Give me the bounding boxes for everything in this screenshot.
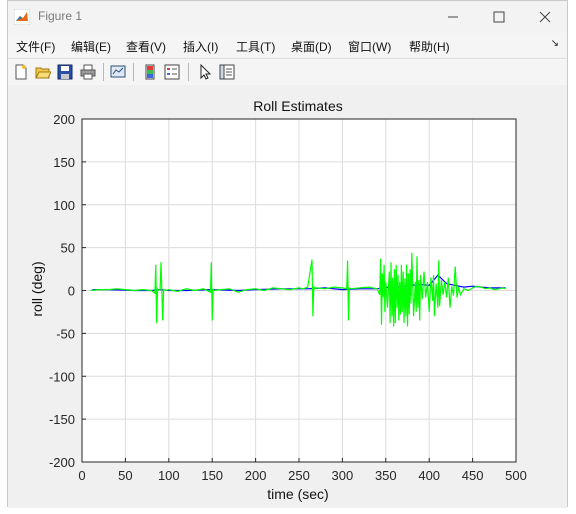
link-plot-icon <box>110 65 126 78</box>
insert-colorbar-icon <box>145 64 155 80</box>
x-axis-label: time (sec) <box>267 486 328 502</box>
chart-title: Roll Estimates <box>253 98 342 114</box>
x-tick-label: 200 <box>245 468 267 483</box>
new-figure-icon <box>15 64 27 80</box>
menu-desktop[interactable]: 桌面(D) <box>291 38 332 55</box>
y-tick-label: -50 <box>56 326 75 341</box>
menu-bar: 文件(F) 编辑(E) 查看(V) 插入(I) 工具(T) 桌面(D) 窗口(W… <box>8 33 567 57</box>
minimize-button[interactable] <box>430 1 476 33</box>
property-inspector-icon <box>219 64 235 80</box>
select-arrow-icon <box>200 64 212 80</box>
insert-colorbar-button[interactable] <box>141 63 159 81</box>
property-inspector-button[interactable] <box>218 63 236 81</box>
close-button[interactable] <box>522 1 568 33</box>
x-tick-label: 250 <box>288 468 310 483</box>
menu-tools[interactable]: 工具(T) <box>236 38 275 55</box>
menu-view[interactable]: 查看(V) <box>126 38 166 55</box>
maximize-button[interactable] <box>476 1 522 33</box>
y-tick-label: 50 <box>61 241 75 256</box>
y-axis-label: roll (deg) <box>29 261 45 316</box>
close-icon <box>539 11 551 23</box>
menu-dock-arrow-icon[interactable]: ↘ <box>551 38 559 49</box>
print-button[interactable] <box>79 63 97 81</box>
save-icon <box>57 64 73 80</box>
minimize-icon <box>448 16 458 18</box>
menu-file[interactable]: 文件(F) <box>16 38 55 55</box>
x-tick-label: 350 <box>375 468 397 483</box>
toolbar-separator <box>103 63 104 81</box>
title-bar: Figure 1 <box>8 1 567 33</box>
toolbar-separator <box>188 63 189 81</box>
figure-toolbar <box>8 58 567 86</box>
menu-edit[interactable]: 编辑(E) <box>71 38 111 55</box>
y-tick-label: 0 <box>68 284 75 299</box>
open-file-icon <box>35 67 51 79</box>
y-tick-label: -100 <box>49 369 75 384</box>
menu-insert[interactable]: 插入(I) <box>183 38 218 55</box>
y-tick-label: 150 <box>53 155 75 170</box>
y-tick-label: 100 <box>53 198 75 213</box>
x-tick-label: 450 <box>462 468 484 483</box>
open-file-button[interactable] <box>34 63 52 81</box>
figure-window: Figure 1 文件(F) 编辑(E) 查看(V) 插入(I) 工具(T) 桌… <box>7 0 568 508</box>
link-plot-button[interactable] <box>109 63 127 81</box>
y-tick-label: -200 <box>49 455 75 470</box>
x-tick-label: 500 <box>505 468 527 483</box>
x-tick-label: 100 <box>158 468 180 483</box>
menu-help[interactable]: 帮助(H) <box>409 38 450 55</box>
y-tick-label: 200 <box>53 112 75 127</box>
edit-plot-button[interactable] <box>196 63 214 81</box>
insert-legend-button[interactable] <box>163 63 181 81</box>
x-tick-label: 50 <box>118 468 132 483</box>
x-tick-label: 400 <box>418 468 440 483</box>
menu-window[interactable]: 窗口(W) <box>348 38 391 55</box>
save-button[interactable] <box>56 63 74 81</box>
roll-chart: Roll Estimates 0 50 100 150 200 250 300 350 400 4… <box>29 98 527 502</box>
y-tick-label: -150 <box>49 412 75 427</box>
x-tick-label: 150 <box>201 468 223 483</box>
figure-canvas: Roll Estimates 0 50 100 150 200 250 300 350 400 4… <box>8 85 567 508</box>
matlab-logo-icon <box>14 9 30 25</box>
maximize-icon <box>493 11 505 23</box>
toolbar-separator <box>133 63 134 81</box>
print-icon <box>80 64 96 80</box>
x-tick-label: 0 <box>78 468 85 483</box>
window-title: Figure 1 <box>38 9 83 23</box>
new-figure-button[interactable] <box>12 63 30 81</box>
insert-legend-icon <box>164 64 180 80</box>
x-tick-label: 300 <box>332 468 354 483</box>
